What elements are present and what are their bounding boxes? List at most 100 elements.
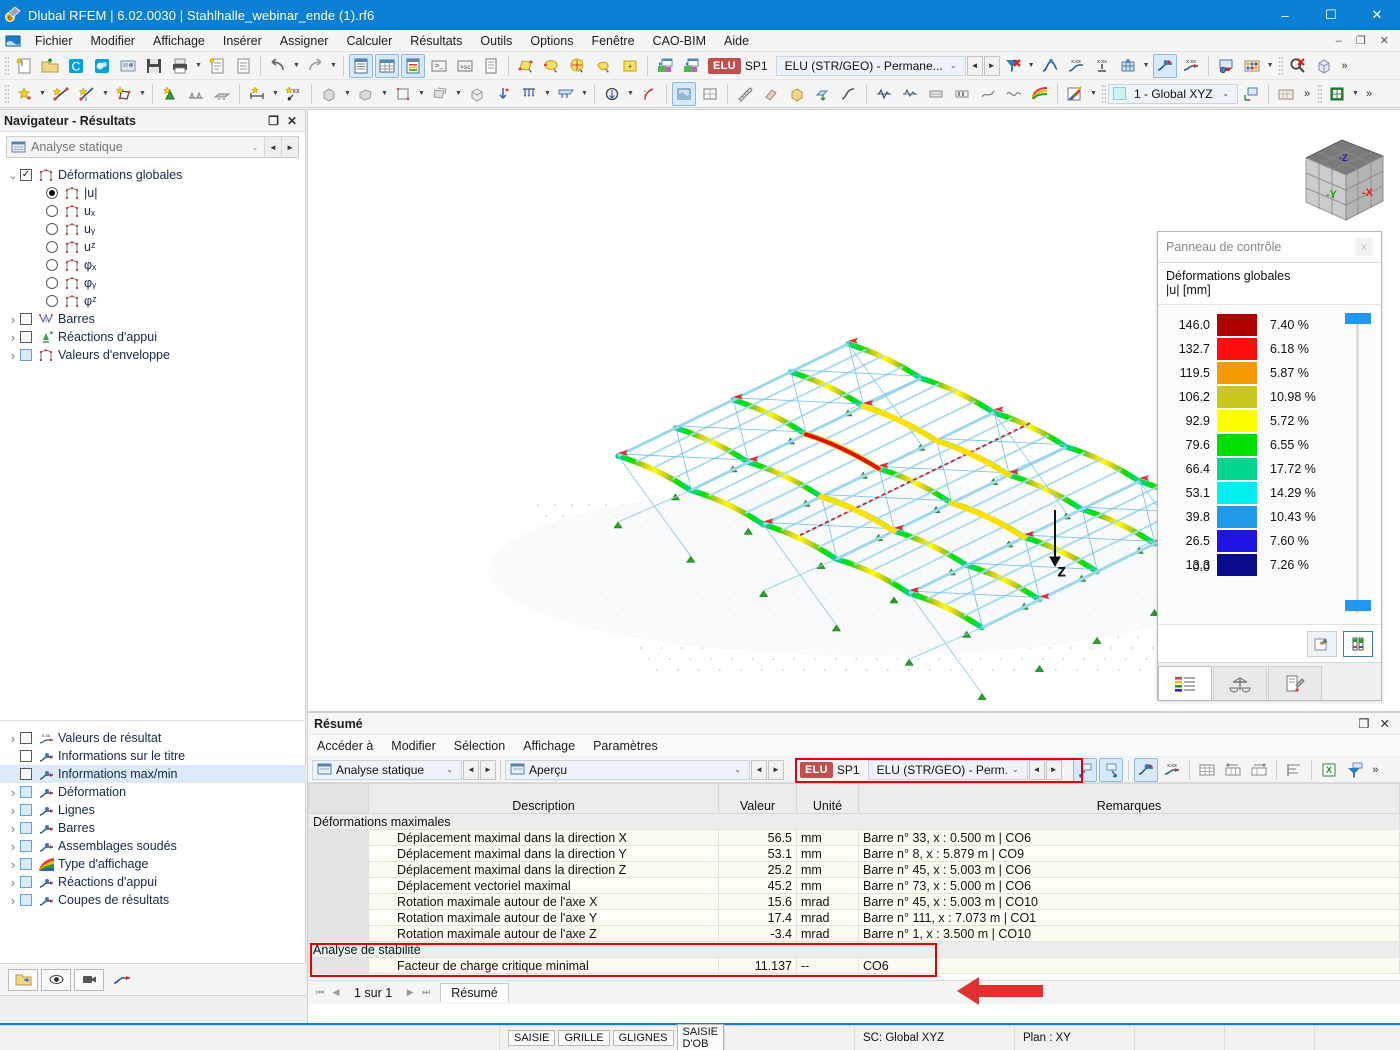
nav-display-checkbox[interactable] xyxy=(20,804,32,816)
toolbar-grip[interactable] xyxy=(4,55,9,76)
legend-color-swatch[interactable] xyxy=(1216,409,1258,433)
nav-tree-item[interactable]: uᵧ xyxy=(0,220,305,238)
combination-next-button[interactable]: ► xyxy=(983,55,1000,76)
solid-dropdown-arrow[interactable]: ▼ xyxy=(342,82,353,106)
measure-icon[interactable] xyxy=(733,82,757,106)
toolbar-grip-2[interactable] xyxy=(1277,55,1283,76)
table-row[interactable]: Déplacement maximal dans la direction Y5… xyxy=(308,845,1400,862)
console-button[interactable]: >_ xyxy=(427,54,451,78)
nav-checkbox[interactable] xyxy=(20,331,32,343)
legend-scale-button[interactable] xyxy=(1343,630,1373,657)
printout-report-button[interactable] xyxy=(205,54,229,78)
col-valeur[interactable]: Valeur xyxy=(718,783,797,814)
result-values-xxx-icon[interactable]: x.xx xyxy=(1064,54,1088,78)
render-wireframe-icon[interactable] xyxy=(698,82,722,106)
nav-checkbox[interactable] xyxy=(20,349,32,361)
close-button[interactable]: ✕ xyxy=(1354,0,1400,30)
pager-tab-resume[interactable]: Résumé xyxy=(440,983,509,1002)
dock-view-chevron-down-icon[interactable]: ⌄ xyxy=(730,765,745,774)
render-settings-icon[interactable] xyxy=(1214,54,1238,78)
nodal-load-icon[interactable] xyxy=(491,82,515,106)
toolbar2-grip-2[interactable] xyxy=(1101,83,1106,104)
erase-icon[interactable] xyxy=(759,82,783,106)
box-tool-icon[interactable] xyxy=(785,82,809,106)
toggle-saisie-dob[interactable]: SAISIE D'OB xyxy=(676,1024,724,1050)
chevron-right-icon[interactable]: › xyxy=(6,839,20,854)
legend-slider-thumb-bottom[interactable] xyxy=(1345,600,1371,611)
line-support-icon[interactable] xyxy=(184,82,208,106)
legend-color-swatch[interactable] xyxy=(1216,385,1258,409)
nav-display-checkbox[interactable] xyxy=(20,786,32,798)
surfaceload-dropdown-arrow[interactable]: ▼ xyxy=(579,82,590,106)
dock-menu-parametres[interactable]: Paramètres xyxy=(584,735,667,757)
result-value-labels-icon[interactable]: x.xx xyxy=(1179,54,1203,78)
nav-camera-button[interactable] xyxy=(74,968,104,991)
extrude-icon[interactable] xyxy=(811,82,835,106)
new-member-icon[interactable]: I xyxy=(75,82,99,106)
legend-color-swatch[interactable] xyxy=(1216,337,1258,361)
toolbar2-overflow-1[interactable]: » xyxy=(1299,82,1315,106)
status-resize-grip[interactable] xyxy=(1315,1026,1400,1050)
open-file-button[interactable] xyxy=(38,54,62,78)
legend-color-swatch[interactable] xyxy=(1216,433,1258,457)
result-bar-icon[interactable] xyxy=(950,82,974,106)
table-row[interactable]: Rotation maximale autour de l'axe X 15.6 m… xyxy=(308,893,1400,910)
load-case-next-icon[interactable] xyxy=(679,54,703,78)
export-dropdown-arrow[interactable]: ▼ xyxy=(1350,82,1361,106)
result-diagram-icon[interactable] xyxy=(1038,54,1062,78)
undo-dropdown-arrow[interactable]: ▼ xyxy=(291,54,302,78)
result-line-icon[interactable] xyxy=(872,82,896,106)
solid-icon[interactable] xyxy=(317,82,341,106)
pager-prev-button[interactable]: ◀ xyxy=(328,987,344,998)
dock-menu-affichage[interactable]: Affichage xyxy=(514,735,584,757)
dock-view-combo[interactable]: Aperçu ⌄ xyxy=(505,759,750,780)
menu-inserer[interactable]: Insérer xyxy=(214,30,271,52)
new-node-icon[interactable] xyxy=(12,82,36,106)
nav-display-item[interactable]: › Barres xyxy=(0,819,306,837)
dock-deformation-icon[interactable] xyxy=(1133,757,1158,782)
grid-settings-icon[interactable] xyxy=(1274,82,1298,106)
dock-close-button[interactable]: ✕ xyxy=(1380,716,1390,731)
abacus-dropdown-arrow[interactable]: ▼ xyxy=(1265,54,1276,78)
dock-jump-next-icon[interactable] xyxy=(1098,757,1123,782)
toggle-saisie[interactable]: SAISIE xyxy=(508,1030,556,1046)
nav-tree-item[interactable]: φᵧ xyxy=(0,274,305,292)
combination-prev-button[interactable]: ◄ xyxy=(966,55,983,76)
dock-table-all-icon[interactable] xyxy=(1195,758,1219,782)
nav-checkbox[interactable]: ✓ xyxy=(20,169,32,181)
col-unite[interactable]: Unité xyxy=(796,783,859,814)
legend-edit-button[interactable] xyxy=(1307,630,1337,657)
color-palette-icon[interactable] xyxy=(1063,82,1087,106)
dock-align-icon[interactable] xyxy=(1282,758,1306,782)
chevron-right-icon[interactable]: › xyxy=(6,803,20,818)
opening-icon[interactable] xyxy=(391,82,415,106)
table-row[interactable]: Déplacement maximal dans la direction Z2… xyxy=(308,861,1400,878)
minimize-button[interactable]: – xyxy=(1262,0,1308,30)
nav-display-checkbox[interactable] xyxy=(20,768,32,780)
nav-display-checkbox[interactable] xyxy=(20,732,32,744)
nav-tree-item[interactable]: uₓ xyxy=(0,202,305,220)
menu-affichage[interactable]: Affichage xyxy=(144,30,214,52)
view-cube[interactable]: -Y -X -Z xyxy=(1288,128,1398,228)
select-radius-icon[interactable] xyxy=(566,54,590,78)
tab-legend[interactable] xyxy=(1158,666,1212,700)
dock-values-icon[interactable]: x.xx xyxy=(1160,758,1184,782)
dimension-icon[interactable] xyxy=(245,82,269,106)
cs-chevron-down-icon[interactable]: ⌄ xyxy=(1218,89,1233,98)
toolbar2-grip[interactable] xyxy=(4,83,9,104)
result-section-icon[interactable] xyxy=(924,82,948,106)
member-dropdown-arrow[interactable]: ▼ xyxy=(100,82,111,106)
dock-toolbar-overflow[interactable]: » xyxy=(1368,758,1384,782)
dock-combination-prev-button[interactable]: ◄ xyxy=(1028,759,1045,780)
palette-dropdown-arrow[interactable]: ▼ xyxy=(1088,82,1099,106)
print-button[interactable] xyxy=(168,54,192,78)
new-support-icon[interactable] xyxy=(158,82,182,106)
table-row[interactable]: Facteur de charge critique minimal 11.137… xyxy=(308,957,1400,974)
chevron-down-icon[interactable]: ⌄ xyxy=(6,169,20,182)
member-load-icon[interactable] xyxy=(517,82,541,106)
legend-color-swatch[interactable] xyxy=(1216,505,1258,529)
dock-menu-modifier[interactable]: Modifier xyxy=(382,735,444,757)
dock-menu-acceder[interactable]: Accéder à xyxy=(308,735,382,757)
navigator-restore-button[interactable]: ❐ xyxy=(268,114,279,128)
summary-table-container[interactable]: Description Valeur Unité Remarques Défor… xyxy=(308,783,1400,980)
